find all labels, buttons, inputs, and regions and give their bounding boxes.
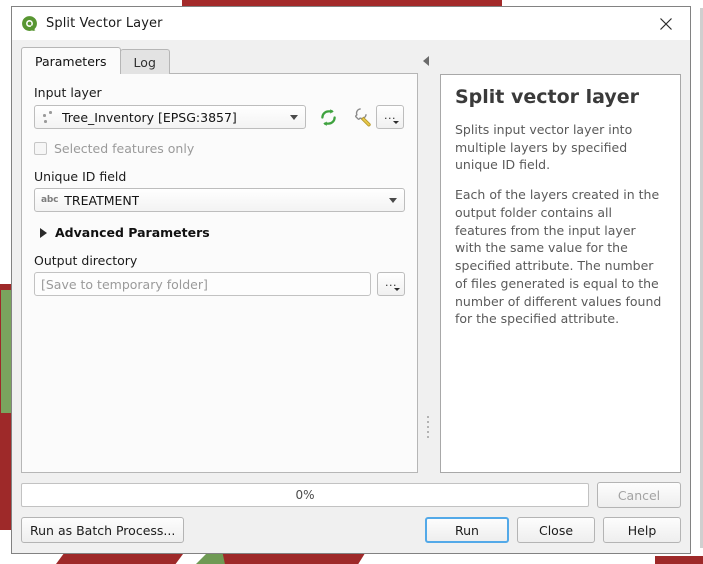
wrench-icon[interactable] bbox=[350, 104, 376, 130]
unique-id-field-row: abc TREATMENT bbox=[34, 188, 405, 212]
input-layer-browse-button[interactable]: ... bbox=[376, 105, 404, 129]
output-directory-row: [Save to temporary folder] ... bbox=[34, 272, 405, 296]
iterate-refresh-icon[interactable] bbox=[315, 104, 341, 130]
tab-parameters[interactable]: Parameters bbox=[21, 47, 121, 74]
parameters-pane: Input layer Tree_Inventory [EPSG:3857] .… bbox=[21, 73, 418, 473]
output-directory-browse-button[interactable]: ... bbox=[377, 272, 405, 296]
close-button[interactable]: Close bbox=[517, 517, 595, 543]
ellipsis-dropdown-icon: ... bbox=[384, 108, 396, 122]
split-vector-layer-dialog: Split Vector Layer Parameters Log Input … bbox=[11, 6, 691, 554]
buttons-row: Run as Batch Process... Run Close Help bbox=[21, 517, 681, 543]
tab-log[interactable]: Log bbox=[119, 49, 170, 74]
output-directory-input[interactable]: [Save to temporary folder] bbox=[34, 272, 371, 296]
unique-id-field-value: TREATMENT bbox=[64, 192, 140, 208]
unique-id-field-combobox[interactable]: abc TREATMENT bbox=[34, 188, 405, 212]
qgis-logo-icon bbox=[22, 16, 37, 31]
input-layer-combobox[interactable]: Tree_Inventory [EPSG:3857] bbox=[34, 105, 306, 129]
input-layer-row: Tree_Inventory [EPSG:3857] ... bbox=[34, 104, 405, 130]
dialog-body: Parameters Log Input layer Tree_Inventor… bbox=[12, 40, 690, 473]
splitter-grip-icon[interactable] bbox=[427, 416, 430, 441]
progress-row: 0% Cancel bbox=[21, 482, 681, 508]
ellipsis-dropdown-icon: ... bbox=[385, 275, 397, 289]
selected-features-only-label: Selected features only bbox=[54, 141, 195, 156]
unique-id-field-label: Unique ID field bbox=[34, 169, 127, 184]
backdrop-polygon-green-left bbox=[1, 290, 11, 413]
panel-splitter[interactable] bbox=[418, 46, 440, 473]
input-layer-value: Tree_Inventory [EPSG:3857] bbox=[62, 109, 237, 125]
help-paragraph-1: Splits input vector layer into multiple … bbox=[455, 121, 633, 173]
advanced-parameters-toggle[interactable]: Advanced Parameters bbox=[34, 225, 405, 240]
cancel-button[interactable]: Cancel bbox=[597, 482, 681, 508]
backdrop-polygon-red-bottom-3 bbox=[655, 556, 703, 564]
input-layer-label: Input layer bbox=[34, 85, 102, 100]
help-button[interactable]: Help bbox=[603, 517, 681, 543]
advanced-parameters-label: Advanced Parameters bbox=[55, 225, 210, 240]
help-paragraph-2: Each of the layers created in the output… bbox=[455, 187, 662, 327]
dialog-titlebar: Split Vector Layer bbox=[12, 7, 690, 40]
run-button[interactable]: Run bbox=[425, 517, 509, 543]
chevron-down-icon bbox=[394, 288, 400, 291]
run-as-batch-process-button[interactable]: Run as Batch Process... bbox=[21, 517, 185, 543]
dialog-footer: 0% Cancel Run as Batch Process... Run Cl… bbox=[12, 473, 690, 553]
chevron-down-icon bbox=[290, 115, 298, 120]
parameters-column: Parameters Log Input layer Tree_Inventor… bbox=[21, 46, 418, 473]
algorithm-help-panel: Split vector layer Splits input vector l… bbox=[440, 74, 681, 473]
abc-string-field-icon: abc bbox=[41, 195, 59, 205]
chevron-down-icon bbox=[393, 121, 399, 124]
help-title: Split vector layer bbox=[455, 86, 640, 108]
dialog-title: Split Vector Layer bbox=[46, 16, 163, 31]
tab-bar: Parameters Log bbox=[21, 46, 418, 74]
selected-features-only-checkbox[interactable] bbox=[34, 142, 47, 155]
chevron-down-icon bbox=[389, 198, 397, 203]
collapse-left-arrow-icon[interactable] bbox=[423, 56, 429, 66]
selected-features-only-row[interactable]: Selected features only bbox=[34, 141, 405, 156]
point-layer-icon bbox=[41, 109, 57, 125]
close-icon[interactable] bbox=[646, 7, 686, 40]
output-directory-label: Output directory bbox=[34, 253, 138, 268]
triangle-right-icon bbox=[40, 227, 47, 238]
progress-bar: 0% bbox=[21, 483, 589, 507]
